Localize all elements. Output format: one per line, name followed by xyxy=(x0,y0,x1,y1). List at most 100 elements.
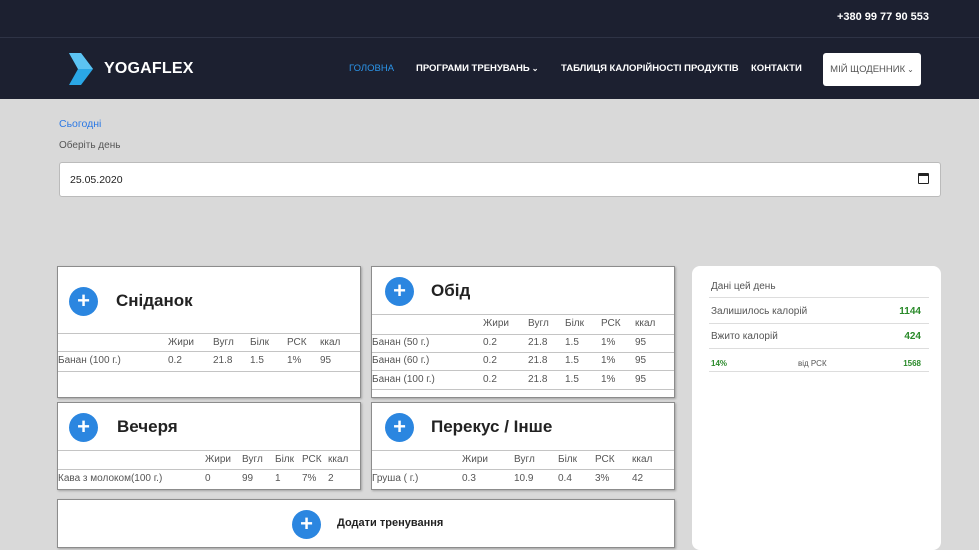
summary-title: Дані цей день xyxy=(711,281,776,292)
food-protein: 1.5 xyxy=(565,355,579,366)
food-name: Кава з молоком(100 г.) xyxy=(58,473,163,484)
food-kcal: 42 xyxy=(632,473,644,484)
divider xyxy=(58,469,360,470)
divider xyxy=(372,389,674,390)
column-header: ккал xyxy=(635,318,656,329)
divider xyxy=(372,469,674,470)
food-carbs: 10.9 xyxy=(514,473,534,484)
top-bar: +380 99 77 90 553 xyxy=(0,0,979,37)
column-header: Жири xyxy=(483,318,509,329)
brand-name[interactable]: YOGAFLEX xyxy=(104,60,194,78)
add-training-label: Додати тренування xyxy=(337,517,444,529)
divider xyxy=(709,323,929,324)
rsk-percent: 14% xyxy=(711,359,728,368)
consumed-calories-label: Вжито калорій xyxy=(711,331,778,342)
food-protein: 1.5 xyxy=(565,374,579,385)
column-header: Жири xyxy=(168,337,194,348)
calendar-icon[interactable] xyxy=(918,173,929,184)
food-fat: 0.2 xyxy=(483,355,497,366)
column-header: Білк xyxy=(565,318,584,329)
navbar: YOGAFLEX ГОЛОВНА ПРОГРАМИ ТРЕНУВАНЬ ⌄ ТАБ… xyxy=(0,37,979,99)
add-breakfast-button[interactable]: + xyxy=(69,287,98,316)
meal-title: Сніданок xyxy=(116,291,193,310)
food-rsk: 1% xyxy=(601,374,616,385)
chevron-down-icon: ⌄ xyxy=(531,64,539,73)
food-kcal: 95 xyxy=(635,355,647,366)
add-snack-button[interactable]: + xyxy=(385,413,414,442)
food-rsk: 7% xyxy=(302,473,317,484)
food-protein: 0.4 xyxy=(558,473,572,484)
nav-programs[interactable]: ПРОГРАМИ ТРЕНУВАНЬ ⌄ xyxy=(416,63,538,74)
rsk-value: 1568 xyxy=(903,359,921,368)
today-link[interactable]: Сьогодні xyxy=(59,118,101,130)
column-header: РСК xyxy=(595,454,615,465)
meal-card-dinner: + Вечеря Жири Вугл Білк РСК ккал Кава з … xyxy=(57,402,361,490)
my-diary-label: МІЙ ЩОДЕННИК xyxy=(830,64,906,75)
meal-card-snack: + Перекус / Інше Жири Вугл Білк РСК ккал… xyxy=(371,402,675,490)
phone-number[interactable]: +380 99 77 90 553 xyxy=(837,11,929,23)
food-name: Груша ( г.) xyxy=(372,473,419,484)
column-header: Вугл xyxy=(242,454,263,465)
column-header: Вугл xyxy=(528,318,549,329)
nav-calories-table[interactable]: ТАБЛИЦЯ КАЛОРІЙНОСТІ ПРОДУКТІВ xyxy=(561,63,739,74)
nav-programs-label: ПРОГРАМИ ТРЕНУВАНЬ xyxy=(416,63,530,74)
divider xyxy=(372,352,674,353)
food-fat: 0.2 xyxy=(483,337,497,348)
food-carbs: 21.8 xyxy=(528,374,548,385)
remaining-calories-label: Залишилось калорій xyxy=(711,306,808,317)
column-header: Вугл xyxy=(213,337,234,348)
food-fat: 0.2 xyxy=(168,355,182,366)
add-training-button[interactable]: + Додати тренування xyxy=(57,499,675,548)
food-carbs: 99 xyxy=(242,473,254,484)
add-lunch-button[interactable]: + xyxy=(385,277,414,306)
daily-summary-panel: Дані цей день Залишилось калорій 1144 Вж… xyxy=(692,266,941,550)
column-header: Білк xyxy=(275,454,294,465)
chevron-down-icon: ⌄ xyxy=(907,65,914,74)
meal-title: Перекус / Інше xyxy=(431,417,553,436)
remaining-calories-value: 1144 xyxy=(899,306,921,317)
divider xyxy=(58,333,360,334)
column-header: Жири xyxy=(462,454,488,465)
food-carbs: 21.8 xyxy=(213,355,233,366)
divider xyxy=(372,370,674,371)
divider xyxy=(372,334,674,335)
my-diary-button[interactable]: МІЙ ЩОДЕННИК ⌄ xyxy=(823,53,921,86)
date-input[interactable]: 25.05.2020 xyxy=(59,162,941,197)
food-rsk: 3% xyxy=(595,473,610,484)
column-header: ккал xyxy=(632,454,653,465)
divider xyxy=(58,371,360,372)
food-name: Банан (100 г.) xyxy=(58,355,121,366)
food-kcal: 95 xyxy=(635,337,647,348)
food-kcal: 2 xyxy=(328,473,334,484)
food-protein: 1 xyxy=(275,473,281,484)
food-name: Банан (60 г.) xyxy=(372,355,430,366)
food-protein: 1.5 xyxy=(565,337,579,348)
date-value: 25.05.2020 xyxy=(70,174,123,186)
column-header: Вугл xyxy=(514,454,535,465)
add-dinner-button[interactable]: + xyxy=(69,413,98,442)
divider xyxy=(709,371,929,372)
food-name: Банан (100 г.) xyxy=(372,374,435,385)
food-kcal: 95 xyxy=(635,374,647,385)
divider xyxy=(709,348,929,349)
column-header: ккал xyxy=(328,454,349,465)
column-header: Білк xyxy=(558,454,577,465)
meal-card-breakfast: + Сніданок Жири Вугл Білк РСК ккал Банан… xyxy=(57,266,361,398)
meal-card-lunch: + Обід Жири Вугл Білк РСК ккал Банан (50… xyxy=(371,266,675,398)
nav-home[interactable]: ГОЛОВНА xyxy=(349,63,394,74)
food-rsk: 1% xyxy=(287,355,302,366)
choose-day-label: Оберіть день xyxy=(59,140,121,151)
column-header: РСК xyxy=(287,337,307,348)
food-rsk: 1% xyxy=(601,337,616,348)
nav-contacts[interactable]: КОНТАКТИ xyxy=(751,63,802,74)
of-rsk-label: від РСК xyxy=(798,359,827,368)
column-header: Жири xyxy=(205,454,231,465)
food-carbs: 21.8 xyxy=(528,355,548,366)
food-name: Банан (50 г.) xyxy=(372,337,430,348)
column-header: Білк xyxy=(250,337,269,348)
divider xyxy=(709,297,929,298)
divider xyxy=(58,351,360,352)
meal-title: Вечеря xyxy=(117,417,178,436)
logo-icon[interactable] xyxy=(69,53,93,85)
food-fat: 0 xyxy=(205,473,211,484)
